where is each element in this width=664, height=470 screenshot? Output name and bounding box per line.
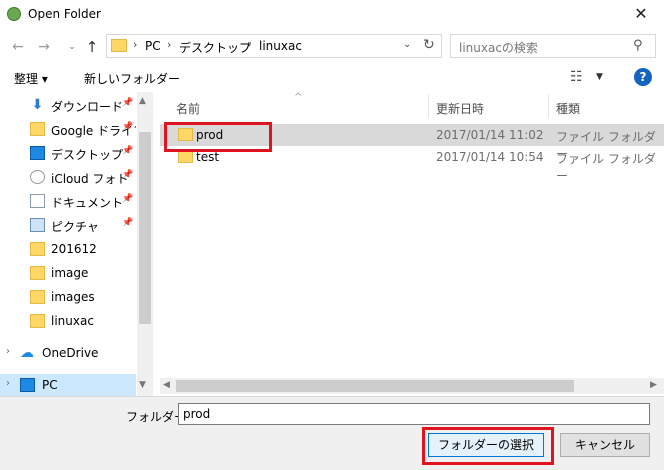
- nav-item-onedrive[interactable]: › ☁ OneDrive: [0, 342, 136, 366]
- google-drive-icon: [30, 122, 45, 136]
- pin-icon: 📌: [122, 146, 134, 156]
- nav-item-label: 201612: [51, 242, 97, 256]
- nav-item-label: iCloud フォト: [51, 172, 129, 186]
- pin-icon: 📌: [122, 194, 134, 204]
- nav-item-desktop[interactable]: デスクトップ 📌: [0, 142, 136, 166]
- up-arrow-icon[interactable]: ↑: [82, 38, 102, 56]
- nav-item-downloads[interactable]: ⬇ ダウンロード 📌: [0, 94, 136, 118]
- desktop-icon: [30, 146, 45, 160]
- nav-item-label: OneDrive: [42, 346, 99, 360]
- nav-item-pictures[interactable]: ピクチャ 📌: [0, 214, 136, 238]
- column-divider[interactable]: [548, 94, 549, 118]
- folder-icon: [30, 266, 45, 280]
- nav-item-documents[interactable]: ドキュメント 📌: [0, 190, 136, 214]
- chevron-right-icon[interactable]: ›: [6, 346, 10, 357]
- nav-item-label: image: [51, 266, 89, 280]
- nav-item-label: デスクトップ: [51, 148, 124, 162]
- search-icon[interactable]: ⚲: [633, 38, 643, 53]
- breadcrumb-linuxac[interactable]: linuxac: [259, 39, 302, 53]
- cancel-button[interactable]: キャンセル: [560, 433, 650, 457]
- column-header-date[interactable]: 更新日時: [436, 100, 484, 117]
- column-header-name[interactable]: 名前: [176, 100, 200, 117]
- pin-icon: 📌: [122, 98, 134, 108]
- file-name: test: [196, 150, 220, 164]
- breadcrumb-separator-icon: ›: [133, 38, 138, 51]
- address-bar[interactable]: › PC › デスクトップ › linuxac ⌄ ↻: [106, 34, 442, 58]
- nav-scrollbar-thumb[interactable]: [139, 132, 151, 324]
- scroll-down-icon[interactable]: ▼: [139, 380, 146, 390]
- breadcrumb-pc[interactable]: PC: [145, 39, 161, 53]
- pin-icon: 📌: [122, 218, 134, 228]
- folder-icon: [111, 39, 127, 52]
- nav-item-google-drive[interactable]: Google ドライブ 📌: [0, 118, 136, 142]
- folder-icon: [30, 290, 45, 304]
- view-options-icon[interactable]: ☷: [570, 69, 583, 85]
- window-title: Open Folder: [28, 7, 101, 21]
- app-icon: [7, 7, 21, 21]
- recent-locations-chevron-icon[interactable]: ⌄: [62, 38, 82, 56]
- file-date: 2017/01/14 11:02: [436, 128, 544, 142]
- breadcrumb-desktop[interactable]: デスクトップ: [179, 39, 251, 56]
- column-header-type[interactable]: 種類: [556, 100, 580, 117]
- nav-item-label: images: [51, 290, 95, 304]
- title-bar: Open Folder ✕: [0, 0, 664, 30]
- nav-item-images[interactable]: images: [0, 286, 136, 310]
- nav-item-label: linuxac: [51, 314, 94, 328]
- nav-item-image[interactable]: image: [0, 262, 136, 286]
- annotation-highlight-box: [164, 122, 272, 152]
- help-icon[interactable]: ?: [634, 68, 652, 86]
- nav-item-label: ダウンロード: [51, 100, 124, 114]
- toolbar: 整理 ▾ 新しいフォルダー ☷ ▼ ?: [0, 64, 664, 92]
- nav-item-label: ドキュメント: [51, 196, 124, 210]
- scroll-right-icon[interactable]: ▶: [650, 380, 657, 390]
- search-input[interactable]: linuxacの検索 ⚲: [450, 34, 656, 58]
- horizontal-scrollbar-thumb[interactable]: [176, 380, 574, 392]
- search-placeholder: linuxacの検索: [459, 41, 538, 55]
- pictures-icon: [30, 218, 45, 232]
- back-arrow-icon[interactable]: ←: [8, 38, 28, 56]
- documents-icon: [30, 194, 45, 208]
- nav-item-label: ピクチャ: [51, 220, 99, 234]
- nav-item-linuxac[interactable]: linuxac: [0, 310, 136, 334]
- refresh-icon[interactable]: ↻: [423, 37, 435, 53]
- organize-button[interactable]: 整理 ▾: [14, 70, 48, 87]
- pin-icon: 📌: [122, 122, 134, 132]
- file-date: 2017/01/14 10:54: [436, 150, 544, 164]
- chevron-right-icon[interactable]: ›: [6, 378, 10, 389]
- icloud-photos-icon: [30, 170, 45, 184]
- scroll-up-icon[interactable]: ▲: [139, 96, 146, 106]
- new-folder-button[interactable]: 新しいフォルダー: [84, 70, 180, 87]
- breadcrumb-separator-icon: ›: [167, 38, 172, 51]
- nav-item-label: PC: [42, 378, 58, 392]
- nav-item-201612[interactable]: 201612: [0, 238, 136, 262]
- annotation-highlight-box: [422, 427, 554, 465]
- forward-arrow-icon[interactable]: →: [34, 38, 54, 56]
- chevron-down-icon[interactable]: ⌄: [403, 39, 411, 50]
- column-divider[interactable]: [428, 94, 429, 118]
- nav-item-pc[interactable]: › PC: [0, 374, 136, 396]
- scroll-left-icon[interactable]: ◀: [163, 380, 170, 390]
- sort-ascending-icon: ^: [294, 92, 303, 103]
- breadcrumb-separator-icon: ›: [247, 38, 252, 51]
- onedrive-icon: ☁: [20, 345, 34, 361]
- navigation-pane: ⬇ ダウンロード 📌 Google ドライブ 📌 デスクトップ 📌 iCloud…: [0, 92, 152, 396]
- folder-icon: [30, 314, 45, 328]
- nav-item-icloud-photos[interactable]: iCloud フォト 📌: [0, 166, 136, 190]
- pc-icon: [20, 378, 35, 392]
- close-icon[interactable]: ✕: [622, 2, 660, 26]
- folder-name-field[interactable]: [178, 403, 650, 425]
- file-type: ファイル フォルダー: [556, 152, 656, 183]
- folder-icon: [30, 242, 45, 256]
- pin-icon: 📌: [122, 170, 134, 180]
- download-icon: ⬇: [31, 97, 44, 113]
- chevron-down-icon[interactable]: ▼: [596, 72, 603, 82]
